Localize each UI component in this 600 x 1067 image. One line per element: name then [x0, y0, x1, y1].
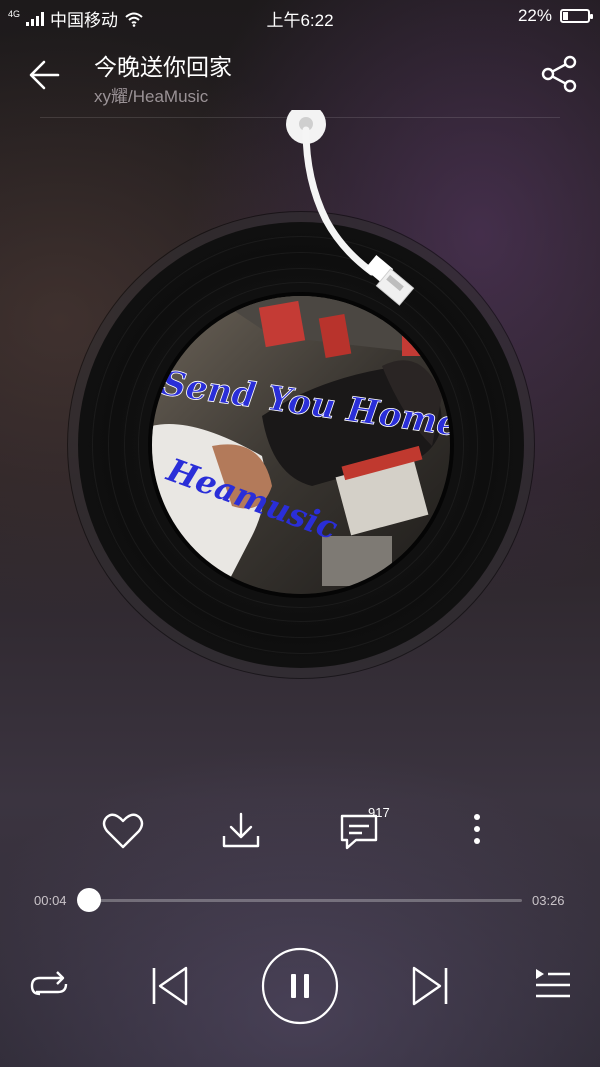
arrow-left-icon[interactable] [22, 52, 68, 98]
pause-icon[interactable] [260, 946, 340, 1026]
album-cover: Send You Home Tonight Heamusic [152, 296, 450, 594]
share-icon[interactable] [536, 54, 582, 94]
status-bar: 4G 中国移动 上午6:22 22% [0, 0, 600, 32]
more-vertical-icon[interactable] [452, 806, 502, 856]
comment-count: 917 [368, 805, 390, 820]
heart-icon[interactable] [98, 806, 148, 856]
total-time: 03:26 [532, 893, 565, 908]
progress-thumb[interactable] [76, 888, 101, 912]
battery-icon [560, 9, 593, 23]
battery-percent: 22% [517, 6, 552, 25]
tonearm [286, 110, 415, 306]
previous-icon[interactable] [146, 962, 194, 1010]
playlist-icon[interactable] [530, 964, 574, 1006]
next-icon[interactable] [406, 962, 454, 1010]
clock: 上午6:22 [266, 11, 334, 30]
progress-bar[interactable] [76, 888, 522, 912]
artist-album[interactable]: xy耀/HeaMusic [94, 82, 208, 107]
repeat-icon[interactable] [26, 962, 72, 1008]
album-art-image: Send You Home Tonight Heamusic [152, 296, 450, 594]
download-icon[interactable] [216, 806, 266, 856]
current-time: 00:04 [34, 893, 67, 908]
song-title: 今晚送你回家 [94, 54, 232, 80]
